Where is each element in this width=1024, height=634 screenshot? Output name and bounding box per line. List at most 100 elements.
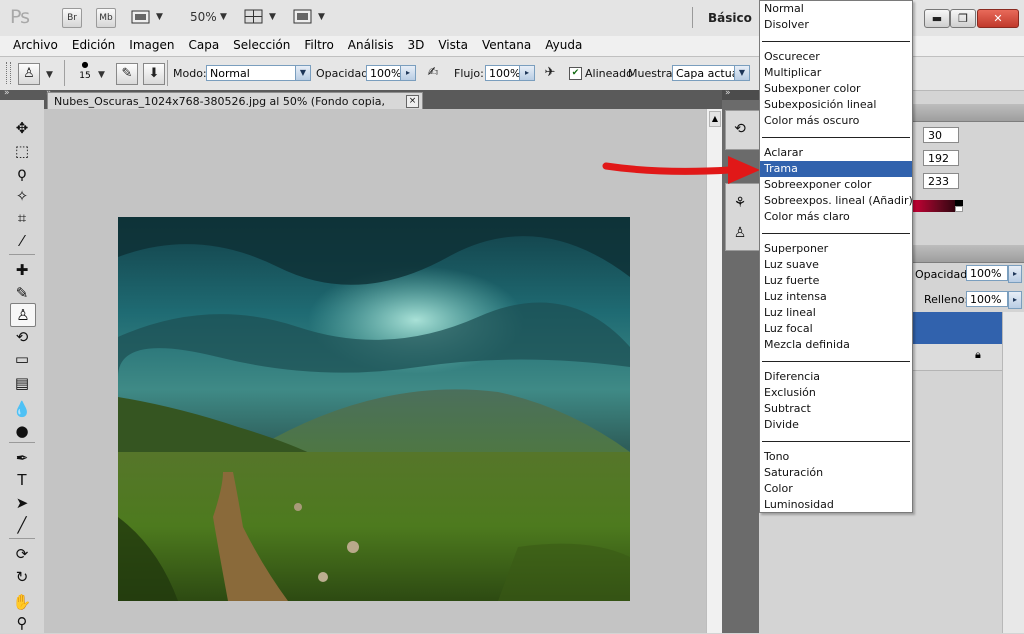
clone-stamp-tool-icon[interactable]: ♙ [10, 303, 36, 327]
pen-tool-icon[interactable]: ✒ [10, 447, 34, 469]
arrange-documents-button[interactable] [244, 9, 264, 25]
restore-button[interactable]: ❐ [950, 9, 976, 28]
toggle-brush-panel-button[interactable]: ✎ [116, 63, 138, 85]
menu-filtro[interactable]: Filtro [290, 36, 333, 56]
eraser-tool-icon[interactable]: ▭ [10, 348, 34, 370]
brush-presets-icon[interactable]: ⚘ [729, 192, 751, 214]
move-tool-icon[interactable]: ✥ [10, 117, 34, 139]
marquee-tool-icon[interactable]: ⬚ [10, 140, 34, 162]
menu-edicion[interactable]: Edición [58, 36, 115, 56]
blend-mode-option[interactable]: Luz focal [760, 321, 912, 337]
scroll-up-arrow[interactable]: ▲ [709, 111, 721, 127]
blend-mode-option[interactable]: Aclarar [760, 145, 912, 161]
path-selection-tool-icon[interactable]: ➤ [10, 492, 34, 514]
sample-select[interactable]: Capa actual ▼ [672, 65, 750, 81]
menu-imagen[interactable]: Imagen [115, 36, 174, 56]
line-tool-icon[interactable]: ╱ [10, 514, 34, 536]
pressure-opacity-button[interactable]: ✍ [423, 63, 443, 83]
blend-mode-option[interactable]: Subtract [760, 401, 912, 417]
blend-mode-option[interactable]: Superponer [760, 241, 912, 257]
view-extras-button[interactable] [131, 9, 151, 25]
workspace-switcher[interactable]: Básico [708, 11, 752, 25]
menu-capa[interactable]: Capa [174, 36, 219, 56]
white-swatch[interactable] [955, 206, 963, 212]
layers-scrollbar[interactable] [1002, 312, 1024, 633]
toggle-clone-source-button[interactable]: ⬇ [143, 63, 165, 85]
blend-mode-option[interactable]: Disolver [760, 17, 912, 33]
blend-mode-option[interactable]: Mezcla definida [760, 337, 912, 353]
gradient-tool-icon[interactable]: ▤ [10, 372, 34, 394]
blend-mode-option[interactable]: Subexponer color [760, 81, 912, 97]
menu-archivo[interactable]: Archivo [0, 36, 58, 56]
menu-seleccion[interactable]: Selección [219, 36, 290, 56]
blend-mode-option[interactable]: Subexposición lineal [760, 97, 912, 113]
blend-mode-option[interactable]: Color más oscuro [760, 113, 912, 129]
bridge-button[interactable]: Br [62, 8, 82, 28]
clone-source-panel-icon[interactable]: ♙ [729, 222, 751, 244]
zoom-tool-icon[interactable]: ⚲ [10, 612, 34, 634]
blend-mode-option[interactable]: Multiplicar [760, 65, 912, 81]
history-panel-icon[interactable]: ⟲ [729, 118, 751, 140]
layer-fill-input[interactable]: 100% ▸ [966, 291, 1022, 309]
crop-tool-icon[interactable]: ⌗ [10, 207, 34, 229]
blur-tool-icon[interactable]: 💧 [10, 398, 34, 420]
blend-mode-option[interactable]: Exclusión [760, 385, 912, 401]
blend-mode-option[interactable]: Oscurecer [760, 49, 912, 65]
mini-bridge-button[interactable]: Mb [96, 8, 116, 28]
3d-orbit-tool-icon[interactable]: ↻ [10, 566, 34, 588]
menu-analisis[interactable]: Análisis [334, 36, 394, 56]
brush-preset-picker[interactable]: ● 15 [73, 60, 97, 88]
toolbar-header[interactable]: » [0, 88, 44, 100]
flow-input[interactable]: 100% ▸ [485, 65, 535, 81]
options-grip[interactable] [6, 62, 11, 84]
blend-mode-option[interactable]: Luz lineal [760, 305, 912, 321]
blend-mode-option[interactable]: Tono [760, 449, 912, 465]
layers-panel-header[interactable] [913, 245, 1024, 263]
menu-vista[interactable]: Vista [424, 36, 468, 56]
color-panel-header[interactable] [913, 104, 1024, 122]
history-brush-tool-icon[interactable]: ⟲ [10, 326, 34, 348]
color-channel-b[interactable]: 233 [923, 173, 959, 189]
quick-selection-tool-icon[interactable]: ✧ [10, 185, 34, 207]
blend-mode-option[interactable]: Luz suave [760, 257, 912, 273]
menu-ventana[interactable]: Ventana [468, 36, 531, 56]
blend-mode-option[interactable]: Color [760, 481, 912, 497]
document-tab[interactable]: Nubes_Oscuras_1024x768-380526.jpg al 50%… [47, 92, 423, 125]
airbrush-button[interactable]: ✈ [540, 63, 560, 83]
screen-mode-button[interactable] [293, 9, 313, 25]
color-channel-r[interactable]: 30 [923, 127, 959, 143]
brush-tool-icon[interactable]: ✎ [10, 282, 34, 304]
blend-mode-option[interactable]: Normal [760, 1, 912, 17]
blend-mode-option[interactable]: Saturación [760, 465, 912, 481]
tool-preset-picker[interactable]: ♙ [18, 63, 40, 85]
lasso-tool-icon[interactable]: ϙ [10, 162, 34, 184]
zoom-level[interactable]: 50% [190, 10, 217, 24]
blend-mode-option[interactable]: Divide [760, 417, 912, 433]
blend-mode-option[interactable]: Luz intensa [760, 289, 912, 305]
aligned-checkbox[interactable]: ✔ [569, 67, 582, 80]
selected-layer-row[interactable] [913, 312, 1002, 344]
layer-opacity-input[interactable]: 100% ▸ [966, 265, 1022, 283]
menu-3d[interactable]: 3D [393, 36, 424, 56]
blend-mode-option[interactable]: Sobreexponer color [760, 177, 912, 193]
mode-select[interactable]: Normal ▼ [206, 65, 311, 81]
minimize-button[interactable]: ▬ [924, 9, 950, 28]
blend-mode-option[interactable]: Luminosidad [760, 497, 912, 513]
healing-brush-tool-icon[interactable]: ✚ [10, 259, 34, 281]
blend-mode-option[interactable]: Sobreexpos. lineal (Añadir) [760, 193, 913, 209]
blend-mode-option[interactable]: Diferencia [760, 369, 912, 385]
dock-header[interactable]: » [722, 88, 759, 100]
eyedropper-tool-icon[interactable]: ⁄ [10, 230, 34, 252]
blend-mode-option[interactable]: Trama [760, 161, 912, 177]
opacity-input[interactable]: 100% ▸ [366, 65, 416, 81]
dodge-tool-icon[interactable]: ● [10, 420, 34, 442]
close-document-icon[interactable]: × [406, 95, 419, 108]
color-channel-g[interactable]: 192 [923, 150, 959, 166]
hand-tool-icon[interactable]: ✋ [10, 591, 34, 613]
blend-mode-option[interactable]: Luz fuerte [760, 273, 912, 289]
3d-rotate-tool-icon[interactable]: ⟳ [10, 543, 34, 565]
close-button[interactable]: ✕ [977, 9, 1019, 28]
type-tool-icon[interactable]: T [10, 469, 34, 491]
menu-ayuda[interactable]: Ayuda [531, 36, 582, 56]
blend-mode-option[interactable]: Color más claro [760, 209, 912, 225]
